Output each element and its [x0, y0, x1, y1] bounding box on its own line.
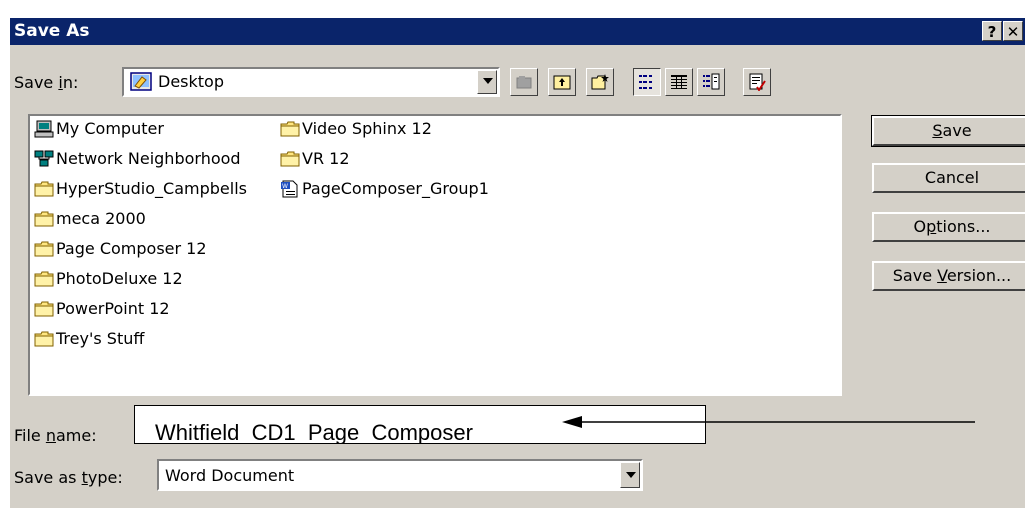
file-name-label: File name: [14, 426, 97, 445]
new-folder-icon [591, 74, 609, 90]
save-in-dropdown-button[interactable] [477, 70, 497, 94]
list-item-name: PhotoDeluxe 12 [56, 269, 183, 288]
network-neighborhood-icon [34, 150, 54, 168]
up-folder-icon [553, 75, 571, 90]
save-button[interactable]: Save [871, 115, 1025, 147]
save-version-button[interactable]: Save Version... [872, 261, 1025, 291]
file-name-value: Whitfield_CD1_Page_Composer [155, 420, 473, 444]
save-in-combo[interactable]: Desktop [122, 67, 500, 97]
options-button[interactable]: Options... [872, 212, 1025, 242]
folder-icon [34, 180, 54, 198]
folder-icon [34, 270, 54, 288]
save-as-type-combo[interactable]: Word Document [157, 459, 643, 491]
save-as-type-dropdown-button[interactable] [620, 462, 640, 488]
list-view-icon [639, 75, 652, 89]
annotation-arrow [562, 416, 975, 428]
details-view-button[interactable] [665, 68, 693, 96]
list-item-name: Trey's Stuff [56, 329, 145, 348]
list-item-name: PowerPoint 12 [56, 299, 170, 318]
list-view-button[interactable] [633, 68, 661, 96]
list-item-name: meca 2000 [56, 209, 146, 228]
properties-view-button[interactable] [697, 68, 725, 96]
title-bar[interactable]: Save As ? ✕ [10, 18, 1025, 45]
save-in-label: Save in: [14, 73, 79, 92]
chevron-down-icon [626, 472, 636, 478]
dialog-title: Save As [14, 21, 90, 41]
svg-text:W: W [282, 183, 288, 190]
tools-button[interactable] [743, 68, 771, 96]
folder-icon [34, 210, 54, 228]
details-view-icon [671, 75, 687, 89]
up-folder-button[interactable] [548, 68, 576, 96]
folder-icon [34, 300, 54, 318]
list-item-name: Video Sphinx 12 [302, 119, 432, 138]
chevron-down-icon [483, 78, 493, 84]
save-as-type-label: Save as type: [14, 468, 123, 487]
list-item-name: VR 12 [302, 149, 350, 168]
back-icon [516, 76, 532, 89]
folder-icon [280, 120, 300, 138]
my-computer-icon [34, 120, 54, 138]
file-list[interactable]: My Computer Network Neighborhood HyperStud… [28, 114, 842, 396]
desktop-icon [130, 72, 152, 96]
folder-icon [34, 240, 54, 258]
list-item-name: Network Neighborhood [56, 149, 241, 168]
folder-icon [280, 150, 300, 168]
list-item-name: My Computer [56, 119, 164, 138]
search-web-button[interactable] [586, 68, 614, 96]
folder-icon [34, 330, 54, 348]
help-button[interactable]: ? [982, 21, 1002, 41]
list-item-name: HyperStudio_Campbells [56, 179, 247, 198]
tools-icon [749, 73, 766, 91]
document-icon: W [280, 180, 300, 198]
save-in-value: Desktop [158, 72, 224, 91]
close-button[interactable]: ✕ [1003, 21, 1023, 41]
back-button[interactable] [510, 68, 538, 96]
list-item-name: Page Composer 12 [56, 239, 207, 258]
cancel-button[interactable]: Cancel [872, 163, 1025, 193]
properties-view-icon [703, 73, 720, 90]
save-as-type-value: Word Document [165, 466, 295, 485]
list-item-name: PageComposer_Group1 [302, 179, 489, 198]
